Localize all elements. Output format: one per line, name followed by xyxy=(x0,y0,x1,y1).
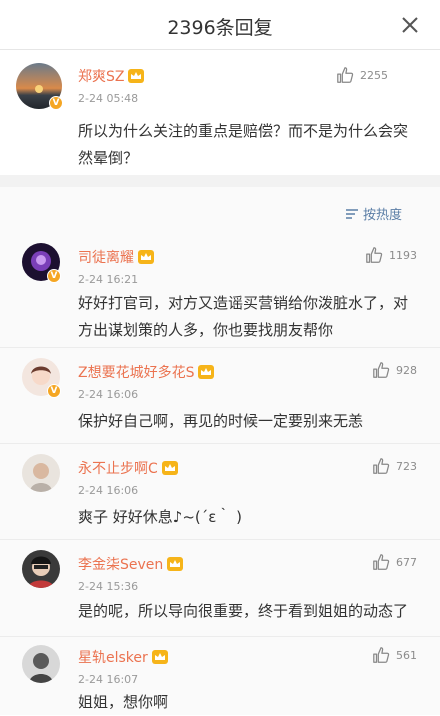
like-count: 723 xyxy=(396,459,417,473)
like-count: 677 xyxy=(396,555,417,569)
username-link[interactable]: Z想要花城好多花S xyxy=(78,362,215,382)
sort-bar: 按热度 xyxy=(0,187,440,232)
username-label: 永不止步啊C xyxy=(78,461,158,477)
username-label: 星轨elsker xyxy=(78,650,148,666)
list-item: 李金柒Seven 2-24 15:36 677 是的呢，所以导向很重要，终于看到… xyxy=(0,540,440,637)
reply-count-title: 2396条回复 xyxy=(167,17,273,39)
main-comment: V 郑爽SZ 2-24 05:48 2255 所以为什么关注的重点是赔偿？而不是… xyxy=(0,50,440,175)
comment-text: 保护好自己啊，再见的时候一定要别来无恙 xyxy=(78,412,364,430)
list-item: V Z想要花城好多花S 2-24 16:06 928 保护好自己啊，再见的时候一… xyxy=(0,348,440,444)
sort-by-hot-button[interactable]: 按热度 xyxy=(345,204,402,223)
avatar[interactable] xyxy=(22,454,60,492)
section-divider xyxy=(0,175,440,187)
like-count: 561 xyxy=(396,648,417,662)
like-button[interactable]: 561 xyxy=(372,646,417,664)
username-link[interactable]: 司徒离耀 xyxy=(78,247,154,267)
member-crown-icon xyxy=(151,650,168,664)
list-item: V 司徒离耀 2-24 16:21 1193 好好打官司，对方又造谣买营销给你泼… xyxy=(0,232,440,348)
username-label: 李金柒Seven xyxy=(78,557,164,573)
comment-text: 爽子 好好休息♪~(´ε｀ ) xyxy=(78,508,242,526)
close-button[interactable] xyxy=(398,13,422,37)
username-link[interactable]: 李金柒Seven xyxy=(78,554,184,574)
like-count: 928 xyxy=(396,363,417,377)
member-crown-icon xyxy=(128,69,145,83)
username-label: 郑爽SZ xyxy=(78,69,125,85)
verified-badge-icon: V xyxy=(49,96,63,110)
avatar[interactable] xyxy=(22,645,60,683)
username-link[interactable]: 永不止步啊C xyxy=(78,458,178,478)
like-count: 2255 xyxy=(360,68,388,82)
comment-text: 姐姐，想你啊 xyxy=(78,693,169,711)
thumbs-up-icon xyxy=(373,554,390,570)
timestamp: 2-24 16:06 xyxy=(78,484,139,497)
username-link[interactable]: 郑爽SZ xyxy=(78,66,145,86)
close-icon xyxy=(402,17,418,33)
sort-icon xyxy=(345,208,358,219)
list-item: 永不止步啊C 2-24 16:06 723 爽子 好好休息♪~(´ε｀ ) xyxy=(0,444,440,540)
verified-badge-icon: V xyxy=(47,384,61,398)
username-link[interactable]: 星轨elsker xyxy=(78,647,168,667)
username-label: 司徒离耀 xyxy=(78,250,134,266)
thumbs-up-icon xyxy=(373,362,390,378)
member-crown-icon xyxy=(167,557,184,571)
thumbs-up-icon xyxy=(366,247,383,263)
sort-label: 按热度 xyxy=(362,208,402,223)
like-button[interactable]: 928 xyxy=(372,361,417,379)
like-button[interactable]: 677 xyxy=(372,553,417,571)
comment-text: 好好打官司，对方又造谣买营销给你泼脏水了，对方出谋划策的人多，你也要找朋友帮你 xyxy=(78,294,409,339)
like-button[interactable]: 723 xyxy=(372,457,417,475)
timestamp: 2-24 16:06 xyxy=(78,388,139,401)
thumbs-up-icon xyxy=(337,67,354,83)
like-button[interactable]: 1193 xyxy=(365,246,417,264)
thumbs-up-icon xyxy=(373,647,390,663)
member-crown-icon xyxy=(138,250,154,264)
username-label: Z想要花城好多花S xyxy=(78,365,195,381)
comment-text: 是的呢，所以导向很重要，终于看到姐姐的动态了 xyxy=(78,602,409,620)
timestamp: 2-24 16:21 xyxy=(78,273,139,286)
list-item: 星轨elsker 2-24 16:07 561 姐姐，想你啊 xyxy=(0,637,440,715)
timestamp: 2-24 15:36 xyxy=(78,580,139,593)
like-button[interactable]: 2255 xyxy=(336,66,388,84)
dialog-header: 2396条回复 xyxy=(0,0,440,50)
verified-badge-icon: V xyxy=(47,269,61,283)
member-crown-icon xyxy=(161,461,178,475)
timestamp: 2-24 16:07 xyxy=(78,673,139,686)
thumbs-up-icon xyxy=(373,458,390,474)
avatar[interactable] xyxy=(22,550,60,588)
timestamp: 2-24 05:48 xyxy=(78,92,139,105)
like-count: 1193 xyxy=(389,248,417,262)
member-crown-icon xyxy=(198,365,215,379)
comment-text: 所以为什么关注的重点是赔偿？而不是为什么会突然晕倒？ xyxy=(78,122,409,167)
